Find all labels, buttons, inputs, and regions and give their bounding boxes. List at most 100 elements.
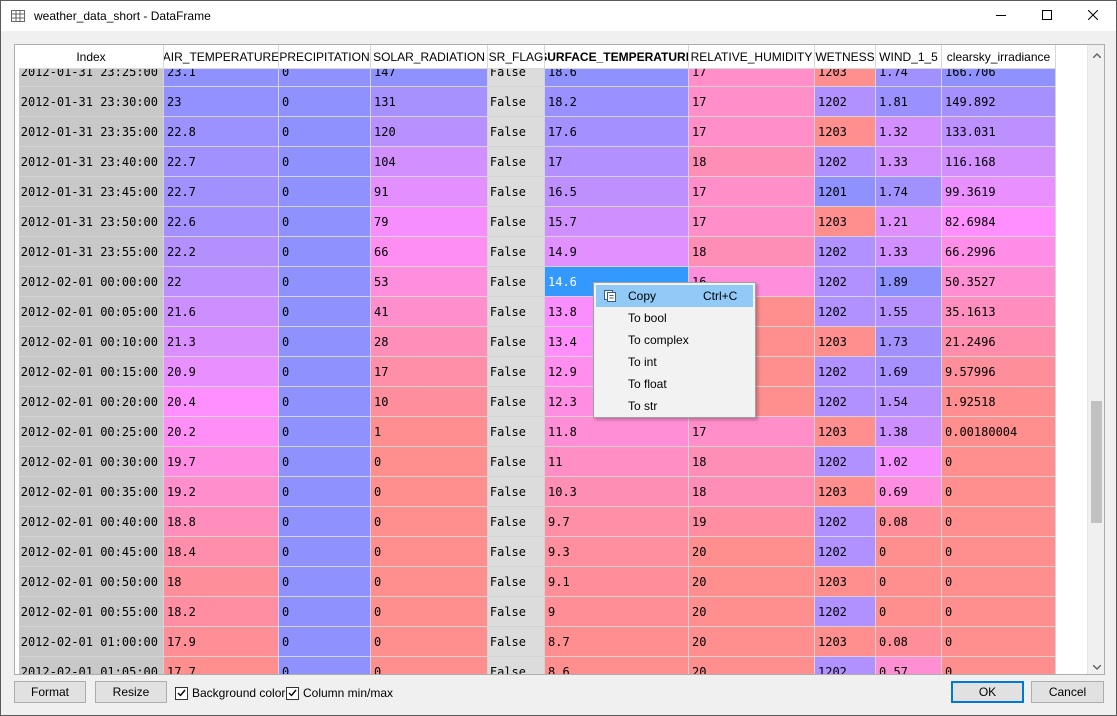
table-cell[interactable]: 18	[689, 147, 815, 177]
checkbox-box[interactable]	[175, 686, 188, 700]
table-cell[interactable]: 17.6	[545, 117, 689, 147]
dataframe-table[interactable]: 2012-01-31 23:25:00 23.1 0 147 False 18.6 17 12…	[14, 44, 1105, 675]
table-cell[interactable]: 1.33	[876, 147, 942, 177]
column-header[interactable]: SOLAR_RADIATION	[371, 45, 488, 69]
table-cell[interactable]: 1.73	[876, 327, 942, 357]
table-cell[interactable]: 9.7	[545, 507, 689, 537]
table-cell[interactable]: 79	[371, 207, 488, 237]
table-cell[interactable]: 21.2496	[942, 327, 1056, 357]
table-cell[interactable]: 9.57996	[942, 357, 1056, 387]
table-cell[interactable]: 0	[371, 507, 488, 537]
table-cell[interactable]: False	[488, 597, 545, 627]
table-cell[interactable]: 66.2996	[942, 237, 1056, 267]
maximize-button[interactable]	[1024, 1, 1070, 31]
context-menu-item[interactable]: To str	[596, 395, 753, 417]
context-menu-item[interactable]: To int	[596, 351, 753, 373]
table-cell[interactable]: 1203	[815, 207, 876, 237]
table-cell[interactable]: 0	[942, 447, 1056, 477]
table-cell[interactable]: 0	[942, 507, 1056, 537]
table-cell[interactable]: 1202	[815, 387, 876, 417]
cancel-button[interactable]: Cancel	[1031, 681, 1104, 703]
table-cell[interactable]: 9	[545, 597, 689, 627]
table-cell[interactable]: 18.4	[164, 537, 279, 567]
column-header[interactable]: SURFACE_TEMPERATURE	[545, 45, 689, 69]
table-cell[interactable]: 1.33	[876, 237, 942, 267]
table-cell[interactable]: 20.2	[164, 417, 279, 447]
table-cell[interactable]: False	[488, 117, 545, 147]
context-menu-item[interactable]: Copy Ctrl+C	[596, 285, 753, 307]
table-cell[interactable]: 0	[371, 477, 488, 507]
vertical-scrollbar[interactable]	[1087, 45, 1104, 674]
close-button[interactable]	[1070, 1, 1116, 31]
format-button[interactable]: Format	[14, 681, 86, 703]
table-cell[interactable]: 1203	[815, 477, 876, 507]
table-cell[interactable]: False	[488, 627, 545, 657]
table-cell[interactable]: 22.7	[164, 177, 279, 207]
table-cell[interactable]: 23	[164, 87, 279, 117]
table-cell[interactable]: 0	[942, 657, 1056, 674]
table-cell[interactable]: False	[488, 477, 545, 507]
table-cell[interactable]: 1202	[815, 297, 876, 327]
table-cell[interactable]: False	[488, 267, 545, 297]
table-cell[interactable]: 21.6	[164, 297, 279, 327]
table-cell[interactable]: 20	[689, 597, 815, 627]
table-cell[interactable]: 20	[689, 657, 815, 674]
table-cell[interactable]: 0	[371, 537, 488, 567]
table-cell[interactable]: 20.9	[164, 357, 279, 387]
table-cell[interactable]: 0	[279, 657, 371, 674]
column-header[interactable]: RELATIVE_HUMIDITY	[689, 45, 815, 69]
table-cell[interactable]: 0	[279, 117, 371, 147]
table-cell[interactable]: 18.2	[164, 597, 279, 627]
column-header[interactable]: AIR_TEMPERATURE	[164, 45, 279, 69]
table-cell[interactable]: 1202	[815, 507, 876, 537]
column-minmax-checkbox[interactable]: Column min/max	[286, 686, 393, 700]
table-cell[interactable]: 0	[876, 567, 942, 597]
table-cell[interactable]: 9.1	[545, 567, 689, 597]
table-cell[interactable]: 17	[689, 177, 815, 207]
resize-button[interactable]: Resize	[95, 681, 167, 703]
column-header[interactable]: WETNESS	[815, 45, 876, 69]
table-cell[interactable]: 0	[279, 597, 371, 627]
table-cell[interactable]: 0	[942, 597, 1056, 627]
background-color-checkbox[interactable]: Background color	[175, 686, 285, 700]
table-cell[interactable]: 1.38	[876, 417, 942, 447]
table-cell[interactable]: 0.08	[876, 627, 942, 657]
table-cell[interactable]: False	[488, 177, 545, 207]
table-cell[interactable]: 1	[371, 417, 488, 447]
table-cell[interactable]: 1.54	[876, 387, 942, 417]
table-cell[interactable]: 0	[279, 87, 371, 117]
table-cell[interactable]: 14.9	[545, 237, 689, 267]
column-header[interactable]: WIND_1_5	[876, 45, 942, 69]
table-cell[interactable]: 0	[942, 567, 1056, 597]
table-cell[interactable]: 0	[279, 537, 371, 567]
table-cell[interactable]: 0	[279, 237, 371, 267]
scrollbar-thumb[interactable]	[1091, 401, 1102, 523]
table-cell[interactable]: 18	[164, 567, 279, 597]
table-cell[interactable]: 0.57	[876, 657, 942, 674]
table-cell[interactable]: 1.32	[876, 117, 942, 147]
table-cell[interactable]: False	[488, 417, 545, 447]
table-cell[interactable]: 0	[371, 657, 488, 674]
table-cell[interactable]: 0.08	[876, 507, 942, 537]
table-cell[interactable]: 0	[279, 207, 371, 237]
context-menu-item[interactable]: To complex	[596, 329, 753, 351]
table-cell[interactable]: 1.21	[876, 207, 942, 237]
table-cell[interactable]: 28	[371, 327, 488, 357]
table-cell[interactable]: 1202	[815, 657, 876, 674]
table-cell[interactable]: 0	[279, 297, 371, 327]
table-cell[interactable]: 0	[371, 567, 488, 597]
table-cell[interactable]: 20	[689, 537, 815, 567]
table-cell[interactable]: 0	[371, 597, 488, 627]
minimize-button[interactable]	[978, 1, 1024, 31]
table-cell[interactable]: 66	[371, 237, 488, 267]
checkbox-box[interactable]	[286, 686, 299, 700]
table-cell[interactable]: 0	[279, 477, 371, 507]
table-cell[interactable]: 1202	[815, 447, 876, 477]
table-cell[interactable]: 0.00180004	[942, 417, 1056, 447]
table-cell[interactable]: 11.8	[545, 417, 689, 447]
table-cell[interactable]: 17	[689, 87, 815, 117]
table-cell[interactable]: 0	[279, 507, 371, 537]
table-cell[interactable]: False	[488, 207, 545, 237]
column-header-index[interactable]: Index	[19, 45, 164, 69]
table-cell[interactable]: 99.3619	[942, 177, 1056, 207]
